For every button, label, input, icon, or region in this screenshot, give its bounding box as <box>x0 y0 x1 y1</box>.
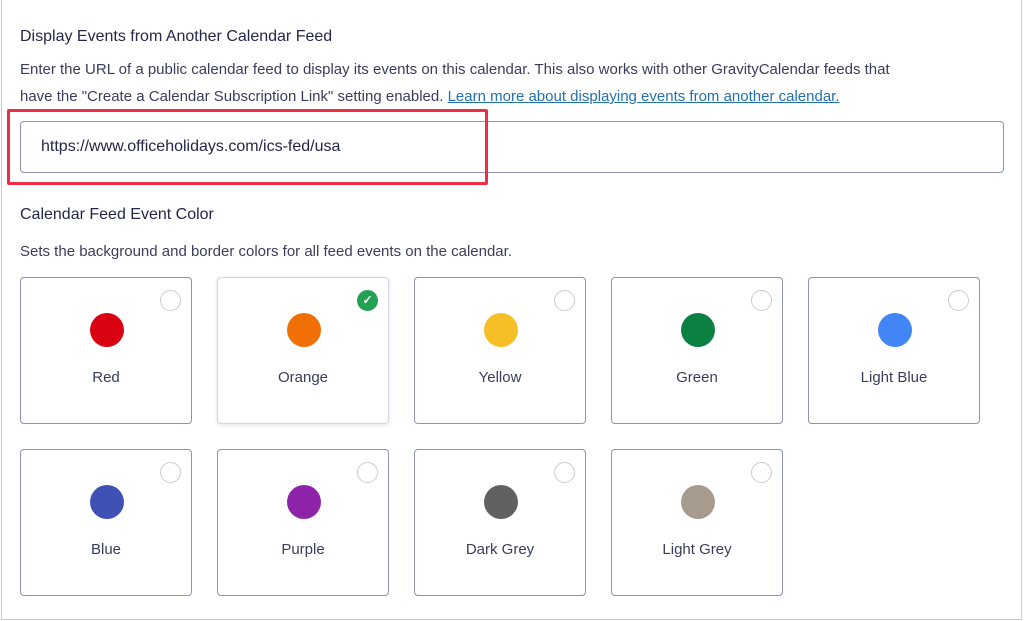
color-label: Light Blue <box>860 369 928 386</box>
color-label: Purple <box>281 541 325 558</box>
feed-heading: Display Events from Another Calendar Fee… <box>20 28 333 45</box>
highlight-box <box>7 109 488 185</box>
color-label: Orange <box>277 369 329 386</box>
radio-button[interactable] <box>357 462 378 483</box>
color-option-purple[interactable]: Purple <box>217 449 389 596</box>
radio-button[interactable] <box>160 290 181 311</box>
color-label: Yellow <box>478 369 522 386</box>
color-heading: Calendar Feed Event Color <box>20 206 214 223</box>
color-swatch <box>90 313 124 347</box>
color-swatch <box>287 485 321 519</box>
color-label: Blue <box>90 541 122 558</box>
radio-button[interactable] <box>554 462 575 483</box>
radio-button[interactable] <box>751 462 772 483</box>
feed-description: Enter the URL of a public calendar feed … <box>20 61 890 105</box>
color-option-yellow[interactable]: Yellow <box>414 277 586 424</box>
color-label: Green <box>676 369 718 386</box>
radio-button[interactable] <box>751 290 772 311</box>
color-swatch <box>90 485 124 519</box>
check-icon[interactable]: ✓ <box>357 290 378 311</box>
color-description: Sets the background and border colors fo… <box>20 243 512 260</box>
color-label: Red <box>92 369 120 386</box>
color-swatch <box>484 313 518 347</box>
color-option-dark-grey[interactable]: Dark Grey <box>414 449 586 596</box>
color-option-green[interactable]: Green <box>611 277 783 424</box>
color-swatch <box>484 485 518 519</box>
radio-button[interactable] <box>948 290 969 311</box>
color-swatch <box>681 313 715 347</box>
learn-more-link[interactable]: Learn more about displaying events from … <box>448 88 840 105</box>
color-option-light-blue[interactable]: Light Blue <box>808 277 980 424</box>
color-label: Light Grey <box>662 541 732 558</box>
color-swatch <box>878 313 912 347</box>
color-swatch <box>287 313 321 347</box>
color-label: Dark Grey <box>465 541 535 558</box>
color-option-blue[interactable]: Blue <box>20 449 192 596</box>
radio-button[interactable] <box>160 462 181 483</box>
color-option-orange[interactable]: ✓ Orange <box>217 277 389 424</box>
color-swatch <box>681 485 715 519</box>
color-option-red[interactable]: Red <box>20 277 192 424</box>
color-option-light-grey[interactable]: Light Grey <box>611 449 783 596</box>
radio-button[interactable] <box>554 290 575 311</box>
